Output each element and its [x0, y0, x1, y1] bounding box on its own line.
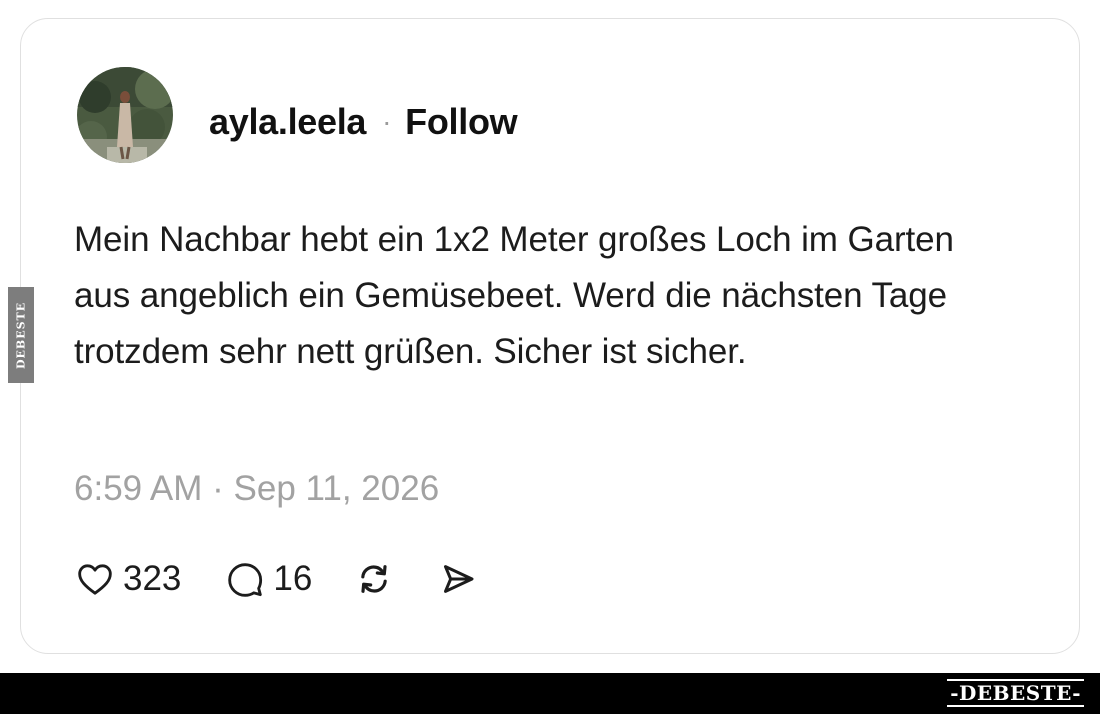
- post-timestamp: 6:59 AM · Sep 11, 2026: [74, 469, 440, 508]
- heart-icon: [78, 564, 112, 595]
- comment-count: 16: [273, 559, 313, 598]
- post-header: ayla.leela · Follow: [209, 101, 518, 143]
- post-card: ayla.leela · Follow Mein Nachbar hebt ei…: [20, 18, 1080, 654]
- comment-button[interactable]: 16: [225, 559, 312, 599]
- repost-button[interactable]: [354, 559, 394, 599]
- action-bar: 323 16: [75, 557, 478, 601]
- avatar[interactable]: [77, 67, 173, 163]
- side-watermark: DEBESTE: [8, 287, 34, 383]
- send-icon: [444, 565, 474, 593]
- like-button[interactable]: 323: [75, 559, 181, 599]
- repost-icon: [361, 565, 388, 593]
- follow-button[interactable]: Follow: [405, 101, 517, 143]
- brand-logo: -DEBESTE-: [947, 679, 1084, 707]
- post-text: Mein Nachbar hebt ein 1x2 Meter großes L…: [74, 220, 954, 371]
- comment-bubble-icon: [228, 563, 263, 597]
- avatar-photo: [77, 67, 173, 163]
- share-button[interactable]: [438, 559, 478, 599]
- watermark-bar: -DEBESTE-: [0, 673, 1100, 714]
- like-count: 323: [123, 559, 182, 598]
- header-separator: ·: [382, 106, 392, 137]
- username-link[interactable]: ayla.leela: [209, 101, 366, 143]
